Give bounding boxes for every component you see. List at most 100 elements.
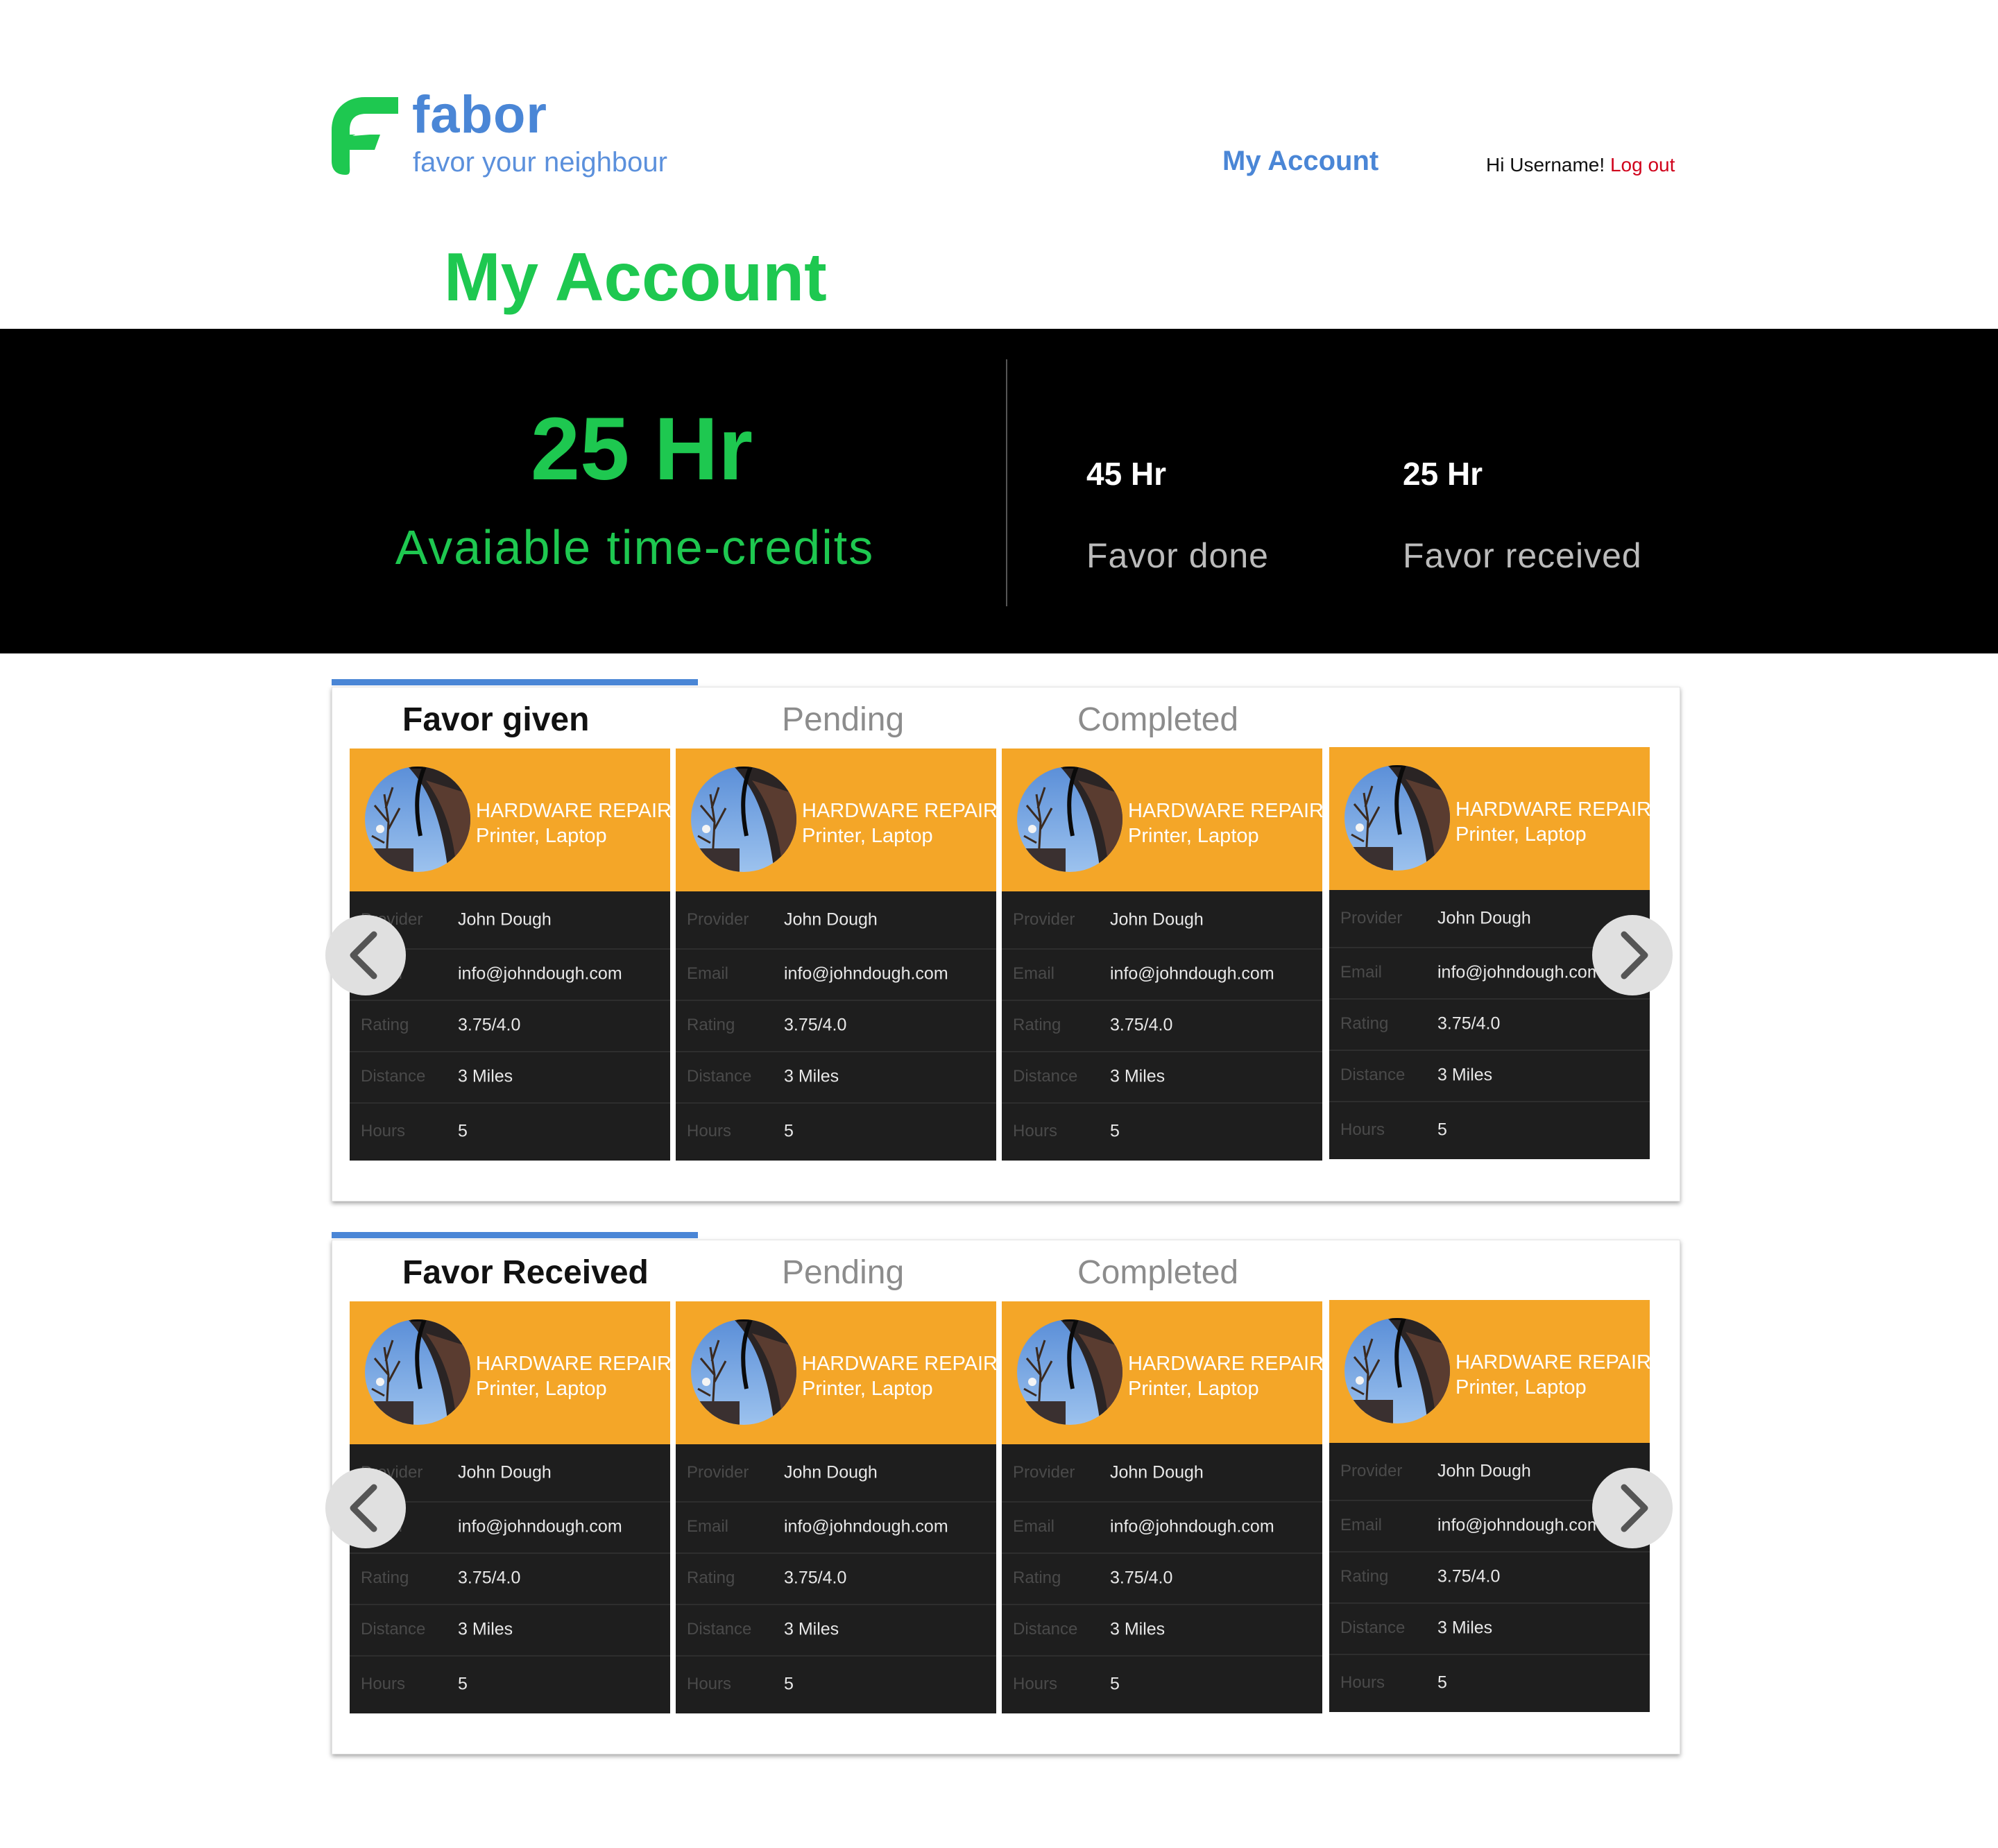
detail-label: Provider bbox=[687, 1463, 749, 1482]
detail-label: Hours bbox=[361, 1675, 406, 1693]
detail-label: Distance bbox=[361, 1620, 426, 1639]
detail-row: Distance 3 Miles bbox=[1329, 1050, 1650, 1102]
detail-row: Hours 5 bbox=[1002, 1655, 1322, 1713]
favor-card[interactable]: HARDWARE REPAIR Printer, Laptop Provider… bbox=[1002, 1301, 1324, 1713]
card-details: Provider John Dough Email info@johndough… bbox=[676, 1444, 996, 1713]
favor-card[interactable]: HARDWARE REPAIR Printer, Laptop Provider… bbox=[676, 1301, 998, 1713]
detail-label: Provider bbox=[687, 910, 749, 929]
detail-label: Distance bbox=[687, 1067, 752, 1086]
detail-label: Hours bbox=[687, 1122, 732, 1140]
detail-value: info@johndough.com bbox=[1110, 1516, 1274, 1537]
detail-row: Hours 5 bbox=[350, 1655, 670, 1713]
card-header: HARDWARE REPAIR Printer, Laptop bbox=[676, 1301, 998, 1444]
detail-label: Email bbox=[687, 1517, 729, 1536]
carousel-next-button[interactable] bbox=[1592, 915, 1673, 995]
detail-value: 3 Miles bbox=[784, 1066, 839, 1086]
detail-row: Distance 3 Miles bbox=[350, 1051, 670, 1104]
favor-card[interactable]: HARDWARE REPAIR Printer, Laptop Provider… bbox=[1002, 748, 1324, 1161]
fabor-logo-icon[interactable] bbox=[332, 97, 398, 175]
detail-value: 3.75/4.0 bbox=[784, 1568, 847, 1588]
detail-value: 5 bbox=[1110, 1674, 1120, 1694]
card-subtitle: Printer, Laptop bbox=[1455, 823, 1587, 846]
page-title: My Account bbox=[444, 239, 827, 315]
detail-label: Provider bbox=[1013, 1463, 1075, 1482]
detail-value: 3.75/4.0 bbox=[458, 1015, 521, 1035]
carousel-next-button[interactable] bbox=[1592, 1468, 1673, 1548]
detail-label: Distance bbox=[1013, 1620, 1078, 1639]
card-header: HARDWARE REPAIR Printer, Laptop bbox=[1002, 748, 1324, 891]
chevron-right-icon bbox=[1621, 1484, 1648, 1532]
detail-value: 3 Miles bbox=[784, 1619, 839, 1639]
detail-value: 3 Miles bbox=[1110, 1066, 1166, 1086]
tab-pending[interactable]: Pending bbox=[782, 700, 904, 740]
detail-value: John Dough bbox=[458, 909, 552, 930]
detail-value: John Dough bbox=[1437, 908, 1531, 928]
provider-avatar bbox=[1017, 1319, 1122, 1425]
nav-my-account-link[interactable]: My Account bbox=[1222, 147, 1378, 175]
detail-label: Distance bbox=[361, 1067, 426, 1086]
detail-row: Hours 5 bbox=[1002, 1102, 1322, 1161]
favor-card[interactable]: HARDWARE REPAIR Printer, Laptop Provider… bbox=[676, 748, 998, 1161]
detail-label: Distance bbox=[687, 1620, 752, 1639]
detail-row: Distance 3 Miles bbox=[350, 1604, 670, 1657]
provider-avatar bbox=[365, 767, 470, 872]
detail-value: John Dough bbox=[1437, 1461, 1531, 1481]
card-title: HARDWARE REPAIR bbox=[1128, 800, 1324, 822]
detail-label: Hours bbox=[1340, 1673, 1385, 1692]
tab-favor-received[interactable]: Favor Received bbox=[402, 1253, 649, 1293]
detail-value: 3.75/4.0 bbox=[1110, 1568, 1173, 1588]
detail-label: Provider bbox=[1013, 910, 1075, 929]
carousel-prev-button[interactable] bbox=[325, 915, 406, 995]
tab-favor-given[interactable]: Favor given bbox=[402, 700, 589, 740]
detail-label: Hours bbox=[1340, 1120, 1385, 1139]
card-details: Provider John Dough Email info@johndough… bbox=[1002, 1444, 1322, 1713]
tab-completed[interactable]: Completed bbox=[1077, 1253, 1238, 1293]
detail-label: Provider bbox=[1340, 1462, 1403, 1480]
detail-value: info@johndough.com bbox=[784, 1516, 948, 1537]
detail-row: Provider John Dough bbox=[1002, 891, 1322, 950]
card-subtitle: Printer, Laptop bbox=[1128, 1378, 1259, 1400]
card-subtitle: Printer, Laptop bbox=[476, 1378, 607, 1400]
detail-label: Rating bbox=[361, 1568, 409, 1587]
detail-value: info@johndough.com bbox=[458, 964, 622, 984]
detail-value: John Dough bbox=[458, 1462, 552, 1482]
detail-value: John Dough bbox=[784, 909, 878, 930]
card-subtitle: Printer, Laptop bbox=[1128, 825, 1259, 847]
provider-avatar bbox=[691, 1319, 796, 1425]
detail-label: Email bbox=[1340, 1516, 1383, 1534]
card-details: Provider John Dough Email info@johndough… bbox=[676, 891, 996, 1161]
detail-row: Hours 5 bbox=[676, 1655, 996, 1713]
detail-label: Rating bbox=[1013, 1016, 1061, 1034]
detail-value: 3.75/4.0 bbox=[1437, 1013, 1501, 1034]
detail-row: Email info@johndough.com bbox=[676, 948, 996, 1001]
detail-value: 3.75/4.0 bbox=[458, 1568, 521, 1588]
detail-label: Rating bbox=[1340, 1014, 1389, 1033]
card-header: HARDWARE REPAIR Printer, Laptop bbox=[676, 748, 998, 891]
detail-row: Rating 3.75/4.0 bbox=[350, 1000, 670, 1052]
brand-name: fabor bbox=[412, 85, 547, 144]
detail-label: Rating bbox=[1013, 1568, 1061, 1587]
card-details: Provider John Dough Email info@johndough… bbox=[1002, 891, 1322, 1161]
tab-completed[interactable]: Completed bbox=[1077, 700, 1238, 740]
active-tab-indicator bbox=[332, 1232, 698, 1238]
favor-received-value: 25 Hr bbox=[1403, 456, 1483, 492]
detail-value: 3 Miles bbox=[1110, 1619, 1166, 1639]
detail-label: Hours bbox=[1013, 1122, 1058, 1140]
greeting-text: Hi Username! bbox=[1486, 154, 1605, 176]
favor-received-panel: Favor Received Pending Completed HARDWARE … bbox=[325, 1232, 1680, 1754]
detail-label: Email bbox=[1340, 963, 1383, 982]
active-tab-indicator bbox=[332, 679, 698, 685]
card-subtitle: Printer, Laptop bbox=[802, 1378, 933, 1400]
detail-row: Email info@johndough.com bbox=[676, 1501, 996, 1554]
carousel-prev-button[interactable] bbox=[325, 1468, 406, 1548]
detail-row: Email info@johndough.com bbox=[1002, 948, 1322, 1001]
tab-pending[interactable]: Pending bbox=[782, 1253, 904, 1293]
detail-value: 5 bbox=[784, 1674, 794, 1694]
provider-avatar bbox=[365, 1319, 470, 1425]
detail-value: 3 Miles bbox=[458, 1619, 513, 1639]
detail-row: Rating 3.75/4.0 bbox=[676, 1552, 996, 1605]
detail-row: Provider John Dough bbox=[1002, 1444, 1322, 1503]
logout-link[interactable]: Log out bbox=[1610, 154, 1675, 176]
detail-value: 3.75/4.0 bbox=[1110, 1015, 1173, 1035]
card-title: HARDWARE REPAIR bbox=[1128, 1353, 1324, 1375]
